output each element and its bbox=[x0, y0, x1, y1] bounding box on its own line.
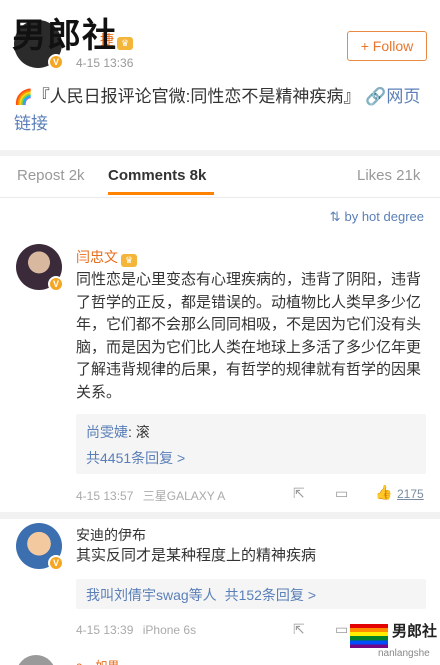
tab-comments[interactable]: Comments 8k bbox=[108, 167, 206, 184]
post-time: 4-15 13:36 bbox=[76, 56, 134, 70]
tab-underline bbox=[108, 192, 214, 195]
comment-meta: 4-15 13:57 三星GALAXY A bbox=[76, 489, 226, 503]
post-text: 🌈『人民日报评论官微:同性恋不是精神疾病』 🔗网页链接 bbox=[14, 87, 421, 133]
reply-authors[interactable]: 我叫刘倩宇swag等人 bbox=[86, 587, 217, 603]
reply-author[interactable]: 尚雯婕 bbox=[86, 424, 128, 440]
reply-box[interactable]: 尚雯婕: 滚 共4451条回复 > bbox=[76, 414, 426, 474]
commenter-name[interactable]: 安迪的伊布 bbox=[76, 525, 146, 545]
link-icon: 🔗 bbox=[365, 87, 387, 106]
tab-bar: Repost 2k Comments 8k Likes 21k bbox=[0, 156, 440, 198]
like-icon[interactable]: 👍 bbox=[375, 484, 392, 501]
commenter-name[interactable]: c... 如果 bbox=[76, 657, 119, 665]
rainbow-icon: 🌈 bbox=[14, 89, 33, 106]
more-replies-link[interactable]: 共4451条回复 > bbox=[86, 448, 185, 468]
reply-preview: 我叫刘倩宇swag等人 共152条回复 > bbox=[86, 585, 316, 605]
comment-icon[interactable]: ▭ bbox=[335, 485, 348, 502]
crown-icon: ♛ bbox=[121, 254, 137, 267]
comment-text: 其实反同才是某种程度上的精神疾病 bbox=[76, 547, 317, 564]
verified-badge-icon: V bbox=[48, 276, 64, 292]
share-icon[interactable]: ⇱ bbox=[293, 485, 305, 502]
reply-box[interactable]: 我叫刘倩宇swag等人 共152条回复 > bbox=[76, 579, 426, 609]
commenter-avatar[interactable]: V bbox=[16, 523, 64, 571]
commenter-avatar[interactable]: V bbox=[16, 244, 64, 292]
comment-meta: 4-15 13:39 iPhone 6s bbox=[76, 623, 197, 637]
comment-icon[interactable]: ▭ bbox=[335, 621, 348, 638]
like-count: 2175 bbox=[397, 487, 424, 501]
comment-divider bbox=[0, 512, 440, 519]
tab-likes[interactable]: Likes 21k bbox=[357, 167, 420, 184]
verified-badge-icon: V bbox=[48, 555, 64, 571]
sort-toggle[interactable]: ⇅ by hot degree bbox=[330, 209, 424, 225]
reply-preview: 尚雯婕: 滚 bbox=[86, 424, 150, 440]
corner-watermark: 男郎社 nanlangshe bbox=[350, 620, 438, 665]
follow-button[interactable]: + Follow bbox=[347, 31, 427, 61]
tab-repost[interactable]: Repost 2k bbox=[17, 167, 85, 184]
commenter-name[interactable]: 闫忠文 ♛ bbox=[76, 247, 137, 267]
more-replies-link[interactable]: 共152条回复 > bbox=[225, 587, 316, 603]
crown-icon: ♛ bbox=[117, 37, 133, 50]
comment-text: 同性恋是心里变态有心理疾病的，违背了阴阳，违背了哲学的正反，都是错误的。动植物比… bbox=[76, 271, 422, 401]
share-icon[interactable]: ⇱ bbox=[293, 621, 305, 638]
rainbow-flag-icon bbox=[350, 624, 388, 648]
sort-icon: ⇅ bbox=[329, 209, 341, 224]
watermark-logo: 男郎社 bbox=[12, 16, 117, 56]
comment-item: V 闫忠文 ♛ 同性恋是心里变态有心理疾病的，违背了阴阳，违背了哲学的正反，都是错… bbox=[0, 236, 440, 508]
